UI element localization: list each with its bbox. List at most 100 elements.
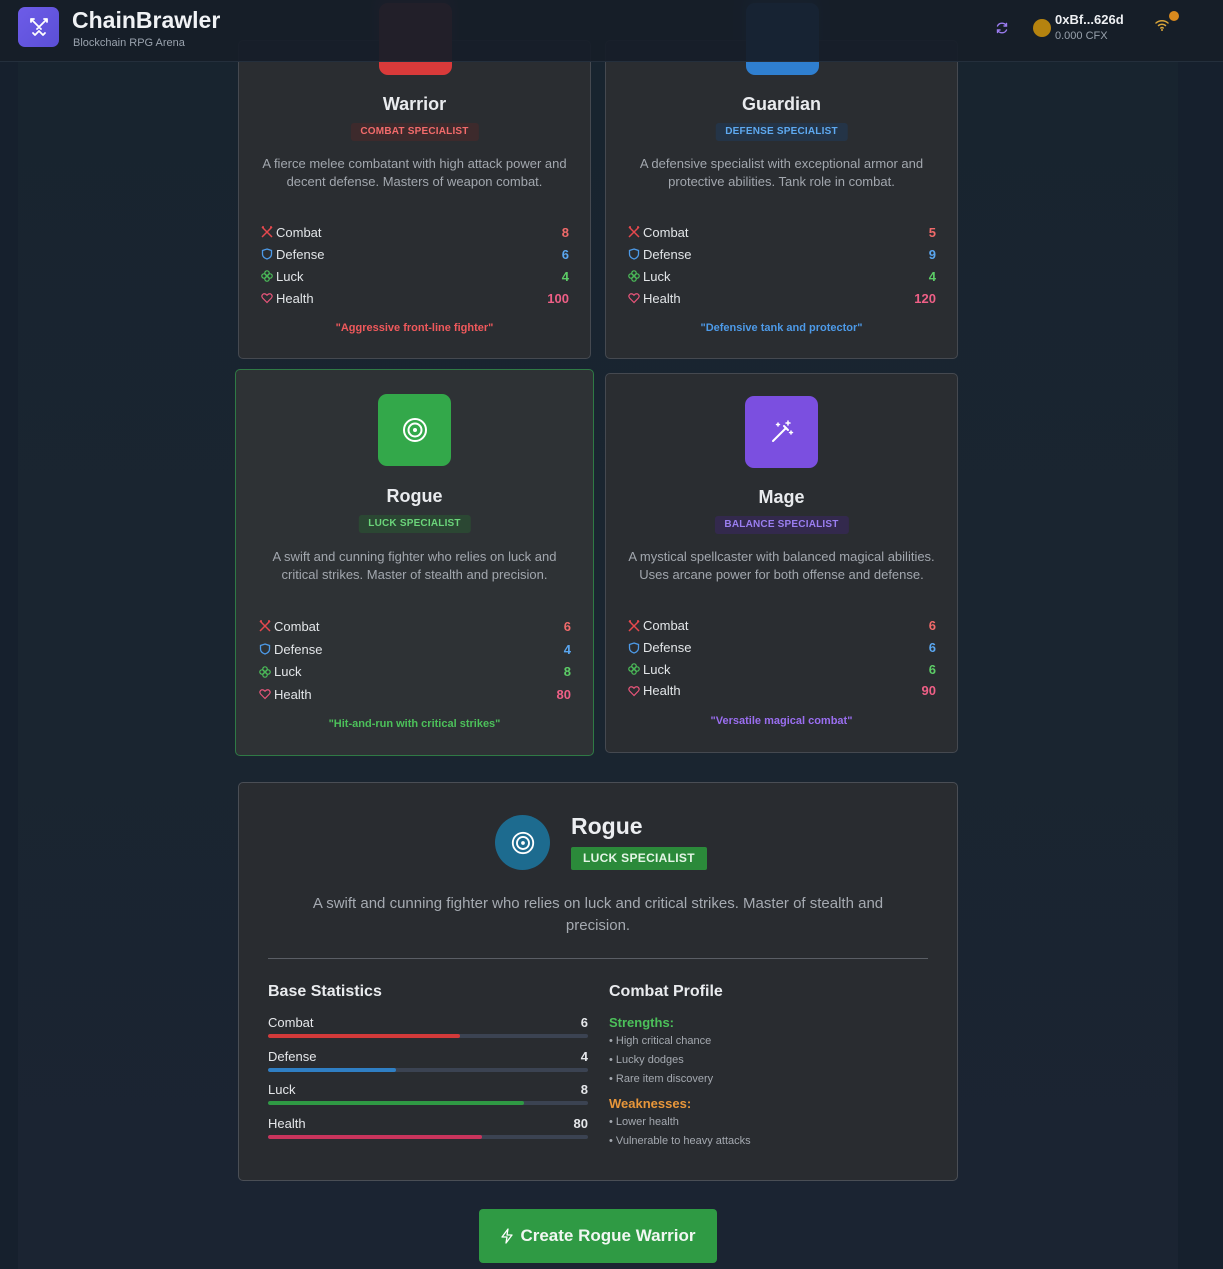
stat-value: 8 xyxy=(563,664,571,680)
stat-label: Luck xyxy=(276,268,304,284)
stat-value: 6 xyxy=(561,246,569,262)
create-warrior-button[interactable]: Create Rogue Warrior xyxy=(479,1209,717,1263)
stat-label: Defense xyxy=(276,246,325,262)
target-icon xyxy=(511,831,534,854)
stat-bar-value: 6 xyxy=(580,1015,588,1030)
cfx-coin-icon xyxy=(1033,19,1051,37)
stat-row-combat: Combat 8 xyxy=(261,221,569,243)
stat-value: 9 xyxy=(928,246,936,262)
class-card-rogue[interactable]: Rogue LUCK SPECIALIST A swift and cunnin… xyxy=(235,369,594,756)
heart-icon xyxy=(628,292,640,304)
app-title: ChainBrawler xyxy=(72,7,221,33)
stat-bar-fill xyxy=(268,1067,396,1072)
clover-icon xyxy=(261,270,273,282)
clover-icon xyxy=(628,663,640,676)
stat-bar-track xyxy=(268,1101,588,1105)
refresh-icon xyxy=(996,22,1008,34)
stat-bar-fill xyxy=(268,1101,524,1105)
swords-icon xyxy=(628,620,640,632)
stat-row-luck: Luck 4 xyxy=(261,265,569,287)
stat-row-luck: Luck 6 xyxy=(628,658,936,680)
create-button-label: Create Rogue Warrior xyxy=(520,1226,696,1245)
class-stats: Combat 8 Defense 6 Luck 4 Health 100 xyxy=(261,221,569,309)
weakness-item: • Lower health xyxy=(609,1116,679,1128)
class-badge: DEFENSE SPECIALIST xyxy=(715,123,848,141)
refresh-button[interactable] xyxy=(993,19,1011,37)
stat-value: 6 xyxy=(928,661,936,677)
class-quote: "Versatile magical combat" xyxy=(710,715,853,727)
class-quote: "Hit-and-run with critical strikes" xyxy=(328,718,501,730)
class-card-warrior[interactable]: Warrior COMBAT SPECIALIST A fierce melee… xyxy=(238,3,591,359)
stat-row-luck: Luck 4 xyxy=(628,265,936,287)
class-badge: BALANCE SPECIALIST xyxy=(714,516,849,534)
stat-label: Luck xyxy=(274,664,302,680)
app-subtitle: Blockchain RPG Arena xyxy=(73,37,185,49)
app-logo[interactable] xyxy=(18,7,59,47)
combat-profile: Strengths: • High critical chance • Luck… xyxy=(609,1015,929,1154)
selected-class-description: A swift and cunning fighter who relies o… xyxy=(312,895,884,934)
base-statistics: Combat 6 Defense 4 Luck 8 Health 80 xyxy=(268,1015,588,1149)
stat-label: Health xyxy=(276,290,314,306)
crossed-swords-icon xyxy=(29,18,48,36)
stat-row-combat: Combat 5 xyxy=(628,221,936,243)
stat-label: Combat xyxy=(643,224,689,240)
stat-row-combat: Combat 6 xyxy=(259,615,571,638)
stat-bar-label: Luck xyxy=(268,1082,296,1097)
stat-row-defense: Defense 9 xyxy=(628,243,936,265)
stat-bar-luck: Luck 8 xyxy=(268,1082,588,1116)
shield-icon xyxy=(259,643,271,655)
stat-bar-defense: Defense 4 xyxy=(268,1049,588,1083)
stat-bar-label: Combat xyxy=(268,1015,314,1030)
stat-value: 6 xyxy=(928,618,936,634)
strengths-title: Strengths: xyxy=(609,1015,674,1030)
class-name: Guardian xyxy=(741,94,821,114)
stat-bar-label: Defense xyxy=(268,1048,317,1064)
clover-icon xyxy=(259,665,271,678)
class-description: A fierce melee combatant with high attac… xyxy=(262,156,567,189)
stat-row-combat: Combat 6 xyxy=(628,615,936,637)
network-status-button[interactable] xyxy=(1154,18,1172,34)
class-card-guardian[interactable]: Guardian DEFENSE SPECIALIST A defensive … xyxy=(605,3,958,359)
weaknesses-title: Weaknesses: xyxy=(609,1096,692,1111)
clover-icon xyxy=(628,270,640,282)
stat-row-health: Health 100 xyxy=(261,287,569,309)
stat-label: Luck xyxy=(643,661,671,677)
stat-bar-value: 80 xyxy=(573,1115,588,1131)
shield-icon xyxy=(628,248,640,260)
weakness-item: • Vulnerable to heavy attacks xyxy=(609,1135,751,1147)
stat-bar-value: 4 xyxy=(580,1048,588,1064)
class-quote: "Defensive tank and protector" xyxy=(700,322,863,334)
shield-icon xyxy=(261,248,273,260)
class-card-mage[interactable]: Mage BALANCE SPECIALIST A mystical spell… xyxy=(605,373,958,753)
stat-bar-value: 8 xyxy=(580,1082,588,1097)
stat-value: 5 xyxy=(928,224,936,240)
stat-label: Health xyxy=(643,290,681,306)
stat-bar-combat: Combat 6 xyxy=(268,1015,588,1049)
stat-label: Combat xyxy=(276,224,322,240)
stat-bar-fill xyxy=(268,1034,460,1038)
stat-value: 100 xyxy=(547,290,569,306)
stat-value: 4 xyxy=(928,268,936,284)
wallet-balance: 0.000 CFX xyxy=(1055,30,1108,42)
stat-value: 90 xyxy=(921,683,936,699)
class-stats: Combat 5 Defense 9 Luck 4 Health 120 xyxy=(628,221,936,309)
combat-profile-title: Combat Profile xyxy=(609,983,723,1000)
heart-icon xyxy=(259,688,271,700)
stat-bar-health: Health 80 xyxy=(268,1116,588,1150)
stat-value: 4 xyxy=(561,268,569,284)
selected-class-icon xyxy=(495,815,550,870)
base-statistics-title: Base Statistics xyxy=(268,983,382,1000)
stat-value: 8 xyxy=(561,224,569,240)
stat-bar-track xyxy=(268,1034,588,1038)
stat-label: Defense xyxy=(274,641,323,657)
wifi-icon xyxy=(1155,19,1169,31)
wallet-address[interactable]: 0xBf...626d xyxy=(1055,12,1124,27)
class-quote: "Aggressive front-line fighter" xyxy=(335,322,494,334)
stat-value: 6 xyxy=(928,640,936,656)
class-name: Warrior xyxy=(382,94,447,114)
stat-label: Combat xyxy=(274,618,320,634)
stat-bar-label: Health xyxy=(268,1115,306,1131)
class-description: A defensive specialist with exceptional … xyxy=(639,156,924,189)
mage-class-icon xyxy=(745,396,818,468)
strength-item: • Rare item discovery xyxy=(609,1073,714,1085)
